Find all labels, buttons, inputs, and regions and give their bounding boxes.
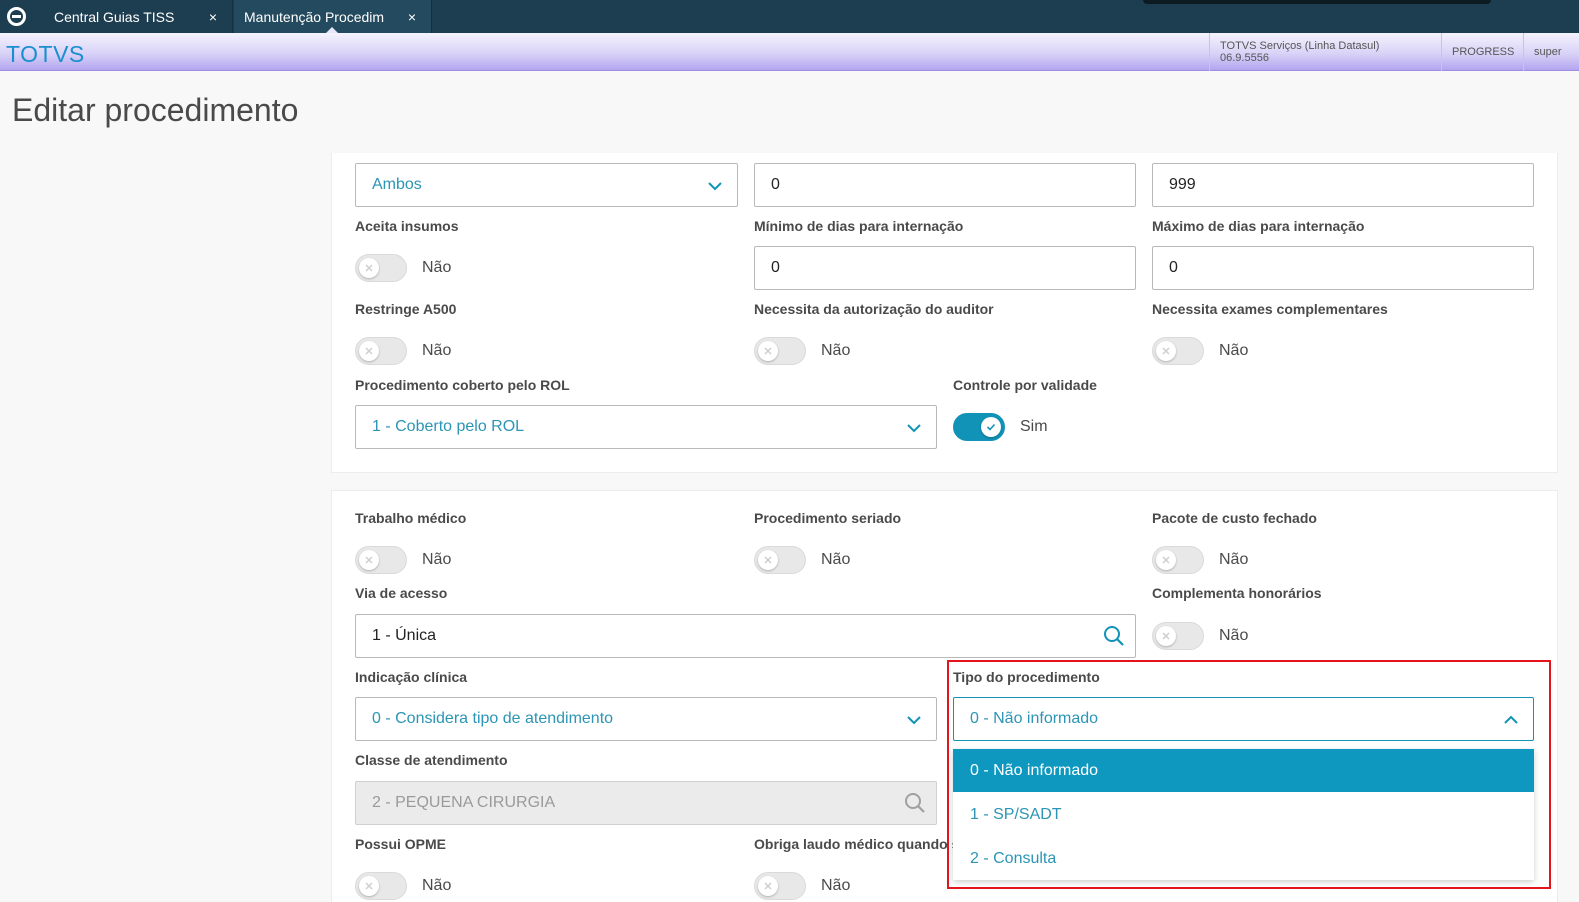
tab-manutencao-procedimento[interactable]: Manutenção Procedim × bbox=[234, 0, 432, 33]
check-icon bbox=[986, 423, 996, 431]
toggle-state: Não bbox=[1219, 627, 1249, 644]
x-icon bbox=[1162, 632, 1170, 640]
toggle-state: Não bbox=[1219, 551, 1249, 568]
obriga-laudo-toggle[interactable] bbox=[754, 872, 806, 900]
restringe-a500-label: Restringe A500 bbox=[355, 301, 457, 317]
x-icon bbox=[1162, 347, 1170, 355]
via-acesso-lookup[interactable]: 1 - Única bbox=[355, 614, 1136, 658]
x-icon bbox=[365, 882, 373, 890]
max-dias-internacao-input[interactable]: 0 bbox=[1152, 246, 1534, 290]
possui-opme-label: Possui OPME bbox=[355, 836, 447, 852]
input-value: 1 - Única bbox=[372, 627, 437, 644]
exames-complementares-label: Necessita exames complementares bbox=[1152, 301, 1388, 317]
toggle-state: Não bbox=[821, 877, 851, 894]
x-icon bbox=[764, 556, 772, 564]
possui-opme-toggle[interactable] bbox=[355, 872, 407, 900]
x-icon bbox=[764, 882, 772, 890]
restringe-a500-toggle[interactable] bbox=[355, 337, 407, 365]
complementa-honorarios-label: Complementa honorários bbox=[1152, 585, 1322, 601]
tipo-procedimento-dropdown: 0 - Não informado 1 - SP/SADT 2 - Consul… bbox=[953, 749, 1534, 880]
page-title: Editar procedimento bbox=[12, 92, 299, 128]
classe-atendimento-lookup: 2 - PEQUENA CIRURGIA bbox=[355, 781, 937, 825]
aceita-insumos-toggle[interactable] bbox=[355, 254, 407, 282]
input-value: 2 - PEQUENA CIRURGIA bbox=[372, 794, 556, 811]
tab-label: Manutenção Procedim bbox=[244, 8, 385, 25]
chevron-up-icon bbox=[1504, 715, 1518, 724]
select-value: Ambos bbox=[372, 176, 422, 193]
tab-label: Central Guias TISS bbox=[54, 8, 175, 25]
brand-logo: TOTVS bbox=[6, 41, 85, 67]
dropdown-option[interactable]: 2 - Consulta bbox=[953, 837, 1534, 880]
database-label: PROGRESS bbox=[1441, 33, 1523, 71]
x-icon bbox=[365, 556, 373, 564]
toggle-state: Não bbox=[422, 342, 452, 359]
chevron-down-icon bbox=[708, 182, 722, 191]
user-label[interactable]: super bbox=[1523, 33, 1579, 71]
totvs-logo-icon[interactable] bbox=[0, 0, 33, 33]
select-value: 1 - Coberto pelo ROL bbox=[372, 418, 525, 435]
search-icon[interactable] bbox=[1103, 625, 1125, 647]
complementa-honorarios-toggle[interactable] bbox=[1152, 622, 1204, 650]
controle-validade-toggle[interactable] bbox=[953, 413, 1005, 441]
controle-validade-label: Controle por validade bbox=[953, 377, 1097, 393]
obriga-laudo-label: Obriga laudo médico quando so bbox=[754, 836, 968, 852]
coberto-rol-label: Procedimento coberto pelo ROL bbox=[355, 377, 570, 393]
x-icon bbox=[764, 347, 772, 355]
app-header: TOTVS TOTVS Serviços (Linha Datasul) 06.… bbox=[0, 33, 1579, 71]
coberto-rol-select[interactable]: 1 - Coberto pelo ROL bbox=[355, 405, 937, 449]
dropdown-option[interactable]: 1 - SP/SADT bbox=[953, 793, 1534, 836]
max-value-input[interactable]: 999 bbox=[1152, 163, 1534, 207]
input-value: 0 bbox=[771, 176, 780, 193]
chevron-down-icon bbox=[907, 424, 921, 433]
aceita-insumos-label: Aceita insumos bbox=[355, 218, 459, 234]
procedimento-seriado-toggle[interactable] bbox=[754, 546, 806, 574]
tipo-procedimento-select[interactable]: 0 - Não informado bbox=[953, 697, 1534, 741]
toggle-state: Não bbox=[821, 551, 851, 568]
toggle-state: Não bbox=[1219, 342, 1249, 359]
input-value: 999 bbox=[1169, 176, 1196, 193]
pacote-custo-toggle[interactable] bbox=[1152, 546, 1204, 574]
x-icon bbox=[1162, 556, 1170, 564]
notification-strip bbox=[1143, 0, 1491, 4]
max-dias-internacao-label: Máximo de dias para internação bbox=[1152, 218, 1365, 234]
trabalho-medico-toggle[interactable] bbox=[355, 546, 407, 574]
pacote-custo-label: Pacote de custo fechado bbox=[1152, 510, 1317, 526]
trabalho-medico-label: Trabalho médico bbox=[355, 510, 467, 526]
input-value: 0 bbox=[771, 259, 780, 276]
type-select[interactable]: Ambos bbox=[355, 163, 738, 207]
chevron-down-icon bbox=[907, 716, 921, 725]
close-icon[interactable]: × bbox=[408, 9, 416, 25]
tipo-procedimento-label: Tipo do procedimento bbox=[953, 669, 1100, 685]
top-tab-bar: Central Guias TISS × Manutenção Procedim… bbox=[0, 0, 1579, 33]
toggle-state: Não bbox=[422, 877, 452, 894]
dropdown-option[interactable]: 0 - Não informado bbox=[953, 749, 1534, 792]
toggle-state: Sim bbox=[1020, 418, 1048, 435]
toggle-state: Não bbox=[422, 259, 452, 276]
classe-atendimento-label: Classe de atendimento bbox=[355, 752, 508, 768]
min-dias-internacao-label: Mínimo de dias para internação bbox=[754, 218, 964, 234]
via-acesso-label: Via de acesso bbox=[355, 585, 448, 601]
select-value: 0 - Considera tipo de atendimento bbox=[372, 710, 614, 727]
toggle-state: Não bbox=[821, 342, 851, 359]
autorizacao-auditor-label: Necessita da autorização do auditor bbox=[754, 301, 994, 317]
procedimento-seriado-label: Procedimento seriado bbox=[754, 510, 902, 526]
close-icon[interactable]: × bbox=[209, 9, 217, 25]
toggle-state: Não bbox=[422, 551, 452, 568]
indicacao-clinica-label: Indicação clínica bbox=[355, 669, 468, 685]
input-value: 0 bbox=[1169, 259, 1178, 276]
tab-central-guias-tiss[interactable]: Central Guias TISS × bbox=[35, 0, 233, 33]
indicacao-clinica-select[interactable]: 0 - Considera tipo de atendimento bbox=[355, 697, 937, 741]
min-value-input[interactable]: 0 bbox=[754, 163, 1136, 207]
x-icon bbox=[365, 347, 373, 355]
select-value: 0 - Não informado bbox=[970, 710, 1099, 727]
min-dias-internacao-input[interactable]: 0 bbox=[754, 246, 1136, 290]
x-icon bbox=[365, 264, 373, 272]
autorizacao-auditor-toggle[interactable] bbox=[754, 337, 806, 365]
product-version: TOTVS Serviços (Linha Datasul) 06.9.5556 bbox=[1209, 33, 1441, 71]
exames-complementares-toggle[interactable] bbox=[1152, 337, 1204, 365]
search-icon bbox=[905, 793, 925, 813]
